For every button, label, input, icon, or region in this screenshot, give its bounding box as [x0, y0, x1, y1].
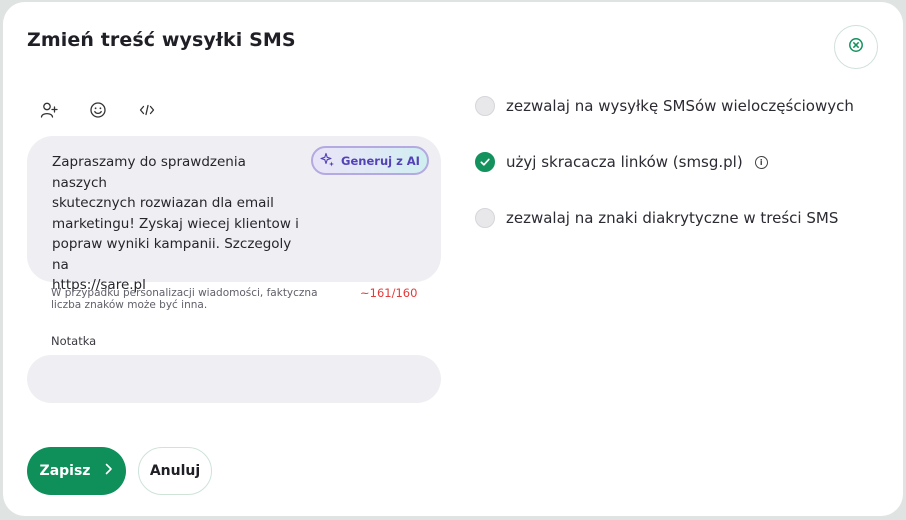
sparkle-icon	[320, 152, 335, 170]
code-icon[interactable]	[136, 99, 158, 121]
chevron-right-icon	[104, 463, 113, 479]
cancel-label: Anuluj	[149, 463, 201, 479]
diacritics-checkbox[interactable]	[475, 208, 495, 228]
note-input[interactable]	[27, 355, 441, 403]
edit-sms-modal: Zmień treść wysyłki SMS Zapraszamy do sp…	[3, 2, 903, 516]
save-button[interactable]: Zapisz	[27, 447, 126, 495]
generate-ai-button[interactable]: Generuj z AI	[311, 146, 429, 175]
option-diacritics[interactable]: zezwalaj na znaki diakrytyczne w treści …	[475, 208, 838, 228]
link-shortener-checkbox[interactable]	[475, 152, 495, 172]
diacritics-label: zezwalaj na znaki diakrytyczne w treści …	[506, 209, 839, 227]
generate-ai-label: Generuj z AI	[341, 153, 420, 168]
multipart-sms-checkbox[interactable]	[475, 96, 495, 116]
sms-content-text[interactable]: Zapraszamy do sprawdzenia naszych skutec…	[52, 152, 302, 296]
option-multipart-sms[interactable]: zezwalaj na wysyłkę SMSów wieloczęściowy…	[475, 96, 854, 116]
add-person-icon[interactable]	[38, 99, 60, 121]
note-label: Notatka	[51, 334, 97, 348]
check-icon	[480, 158, 490, 166]
close-icon	[848, 37, 864, 57]
cancel-button[interactable]: Anuluj	[138, 447, 212, 495]
emoji-icon[interactable]	[87, 99, 109, 121]
link-shortener-label: użyj skracacza linków (smsg.pl)	[506, 153, 743, 171]
info-icon[interactable]: i	[754, 155, 768, 169]
multipart-sms-label: zezwalaj na wysyłkę SMSów wieloczęściowy…	[506, 97, 854, 115]
character-counter: ~161/160	[360, 286, 418, 300]
save-label: Zapisz	[39, 463, 91, 479]
option-link-shortener[interactable]: użyj skracacza linków (smsg.pl) i	[475, 152, 768, 172]
modal-title: Zmień treść wysyłki SMS	[27, 29, 296, 51]
character-count-hint: W przypadku personalizacji wiadomości, f…	[51, 287, 318, 311]
sms-content-field[interactable]: Zapraszamy do sprawdzenia naszych skutec…	[27, 136, 441, 293]
close-button[interactable]	[834, 25, 878, 69]
